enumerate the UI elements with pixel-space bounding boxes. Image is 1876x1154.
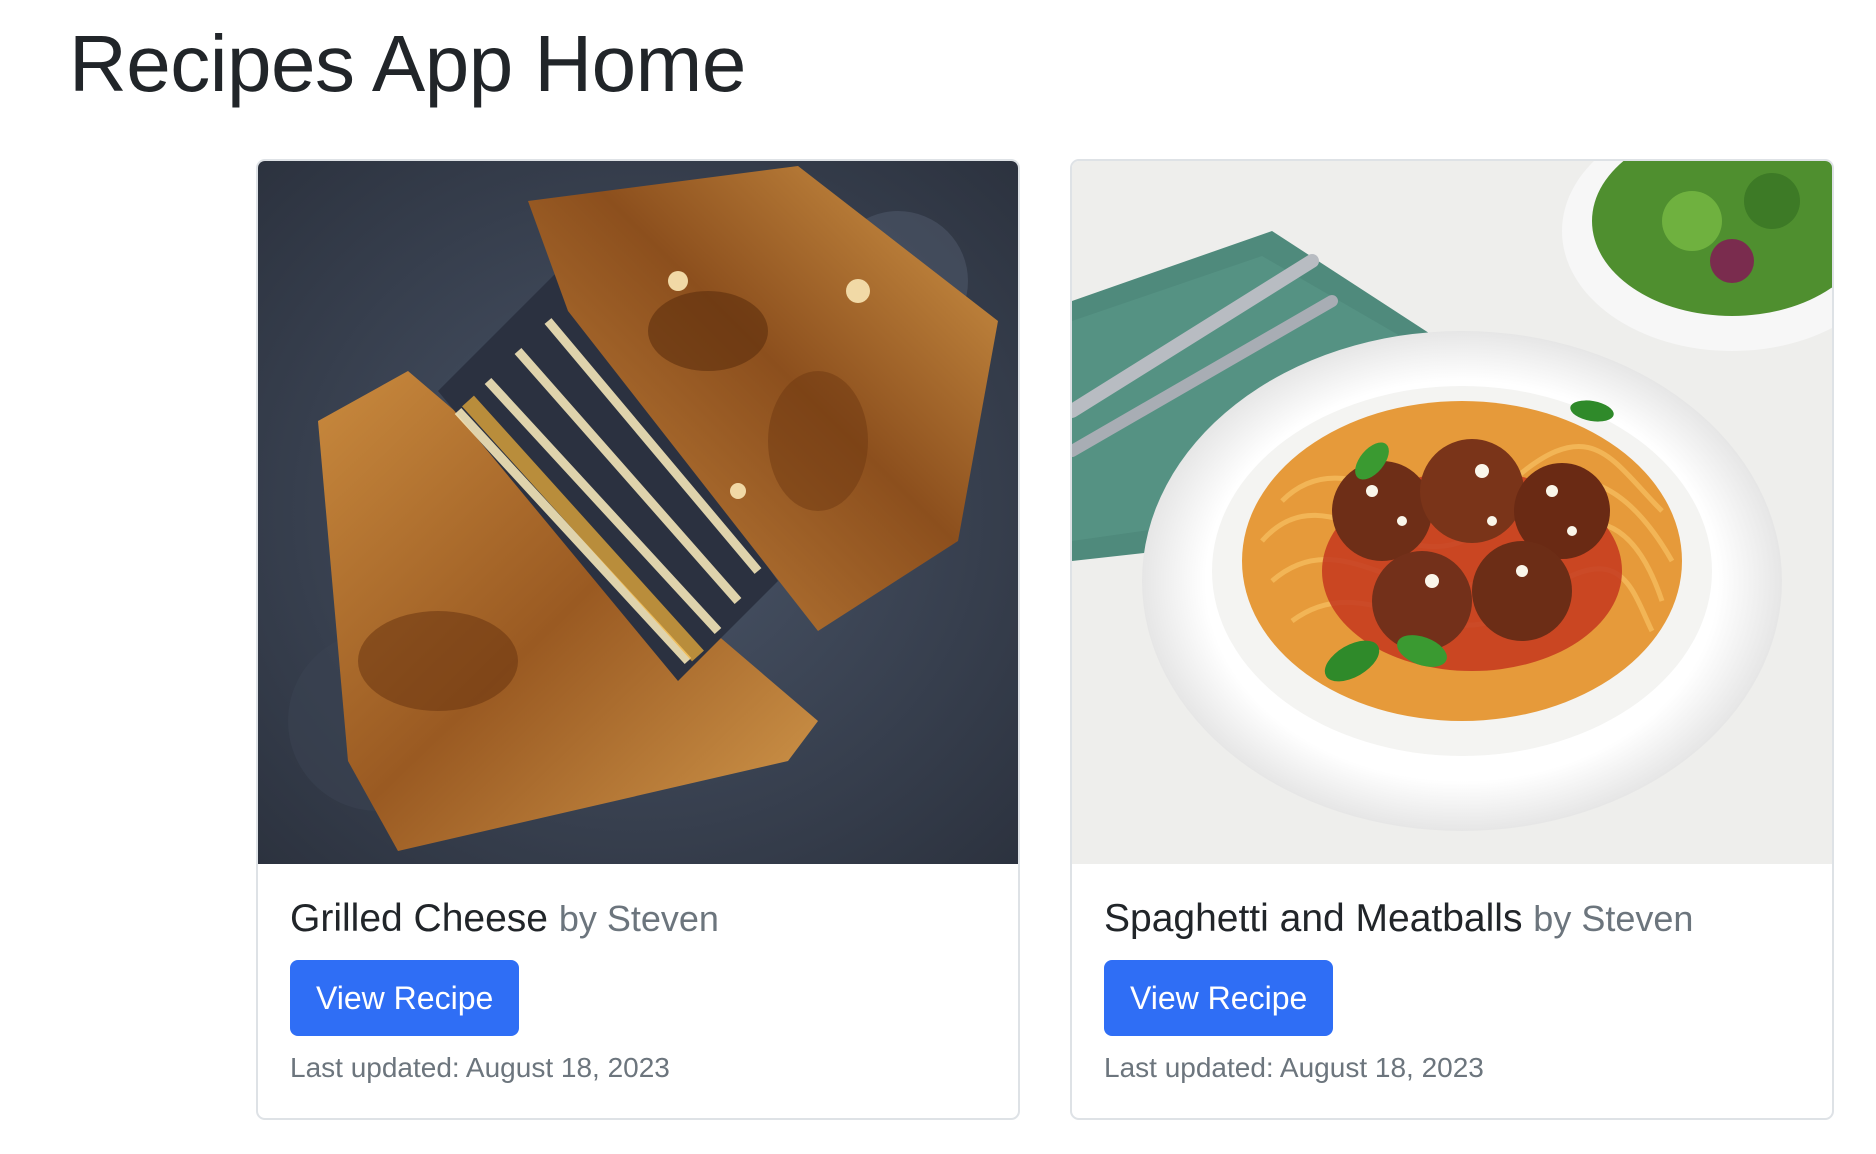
recipe-author: by Steven: [558, 898, 719, 939]
card-title-row: Spaghetti and Meatballs by Steven: [1104, 896, 1812, 943]
recipe-title: Spaghetti and Meatballs: [1104, 897, 1523, 940]
recipe-title: Grilled Cheese: [290, 897, 548, 940]
last-updated-text: Last updated: August 18, 2023: [1104, 1051, 1484, 1083]
recipe-image-spaghetti-meatballs: [1072, 161, 1832, 864]
view-recipe-button[interactable]: View Recipe: [290, 959, 520, 1036]
grilled-cheese-illustration: [258, 161, 1018, 864]
page-title: Recipes App Home: [69, 19, 746, 108]
page: Recipes App Home Grilled Cheese by Steve…: [0, 0, 1876, 1154]
spaghetti-illustration: [1072, 161, 1832, 864]
recipe-card-grilled-cheese: Grilled Cheese by Steven View Recipe Las…: [256, 159, 1020, 1120]
recipe-image-grilled-cheese: [258, 161, 1018, 864]
recipe-author: by Steven: [1533, 898, 1694, 939]
view-recipe-button[interactable]: View Recipe: [1104, 959, 1334, 1036]
card-title-row: Grilled Cheese by Steven: [290, 896, 998, 943]
last-updated-text: Last updated: August 18, 2023: [290, 1051, 670, 1083]
recipe-card-spaghetti-meatballs: Spaghetti and Meatballs by Steven View R…: [1070, 159, 1834, 1120]
card-body: Spaghetti and Meatballs by Steven View R…: [1104, 896, 1812, 1084]
card-body: Grilled Cheese by Steven View Recipe Las…: [290, 896, 998, 1084]
